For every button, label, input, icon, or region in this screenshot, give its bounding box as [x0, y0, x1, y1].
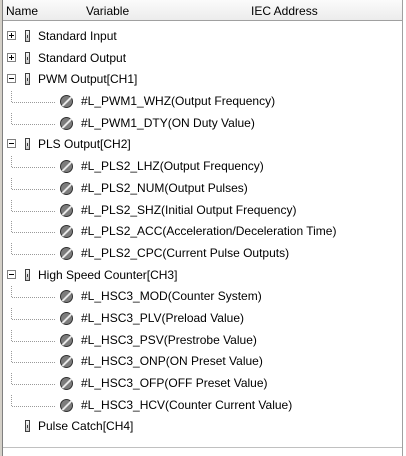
io-variable-tree: Standard Input Standard Output PWM Outpu… [3, 26, 402, 438]
variable-label: #L_HSC3_PSV(Prestrobe Value) [81, 332, 257, 347]
variable-icon [60, 246, 73, 260]
tree-node-label: PWM Output[CH1] [38, 72, 138, 87]
tree-node-pls-output[interactable]: PLS Output[CH2] [3, 134, 402, 156]
io-module-icon [25, 420, 30, 433]
tree-connector [11, 242, 12, 254]
variable-icon [60, 225, 73, 239]
tree-connector [11, 221, 12, 233]
variable-icon [60, 181, 73, 195]
tree-connector [12, 318, 55, 320]
tree-connector [12, 123, 55, 125]
tree-leaf-variable[interactable]: #L_PLS2_CPC(Current Pulse Outputs) [3, 242, 402, 265]
variable-label: #L_PLS2_CPC(Current Pulse Outputs) [81, 245, 290, 260]
tree-connector [12, 253, 55, 255]
variable-label: #L_PLS2_ACC(Acceleration/Deceleration Ti… [81, 224, 337, 239]
column-header-iec-address[interactable]: IEC Address [251, 4, 318, 18]
variable-icon [60, 377, 73, 390]
tree-leaf-variable[interactable]: #L_PLS2_SHZ(Initial Output Frequency) [3, 199, 402, 222]
tree-leaf-variable[interactable]: #L_PLS2_ACC(Acceleration/Deceleration Ti… [3, 221, 402, 243]
io-module-icon [25, 30, 30, 42]
variable-label: #L_PLS2_SHZ(Initial Output Frequency) [81, 202, 297, 217]
variable-icon [60, 333, 73, 347]
tree-connector [11, 329, 12, 341]
tree-leaf-variable[interactable]: #L_HSC3_MOD(Counter System) [3, 286, 402, 308]
tree-connector [11, 394, 12, 406]
variable-icon [60, 398, 73, 412]
tree-connector [11, 351, 12, 363]
tree-connector [12, 362, 55, 364]
tree-node-high-speed-counter[interactable]: High Speed Counter[CH3] [3, 265, 402, 287]
variable-label: #L_PLS2_LHZ(Output Frequency) [81, 159, 264, 174]
variable-label: #L_HSC3_OFP(OFF Preset Value) [81, 376, 268, 390]
tree-connector [11, 177, 12, 189]
expand-plus-icon[interactable] [7, 52, 16, 62]
variable-label: #L_HSC3_HCV(Counter Current Value) [81, 397, 293, 412]
tree-connector [12, 340, 55, 342]
variable-label: #L_PWM1_WHZ(Output Frequency) [81, 94, 276, 109]
panel-bottom-edge [3, 447, 402, 456]
variable-icon [60, 290, 73, 304]
tree-connector [12, 102, 55, 104]
variable-icon [60, 116, 73, 130]
tree-node-standard-output[interactable]: Standard Output [3, 48, 402, 70]
variable-tree-panel: Name Variable IEC Address Standard Input… [0, 0, 403, 456]
collapse-minus-icon[interactable] [7, 74, 16, 84]
variable-icon [60, 160, 73, 174]
io-module-icon [25, 138, 30, 151]
tree-leaf-variable[interactable]: #L_PLS2_NUM(Output Pulses) [3, 177, 402, 200]
tree-node-label: Standard Input [38, 29, 117, 43]
tree-connector [11, 91, 12, 103]
expand-plus-icon[interactable] [7, 31, 16, 40]
variable-icon [60, 355, 73, 369]
collapse-minus-icon[interactable] [7, 139, 16, 149]
io-module-icon [25, 73, 30, 86]
variable-icon [60, 311, 73, 325]
tree-node-standard-input[interactable]: Standard Input [3, 26, 402, 48]
tree-connector [11, 307, 12, 319]
tree-connector [11, 156, 12, 168]
io-module-icon [25, 51, 30, 64]
tree-connector [11, 373, 12, 384]
variable-label: #L_PWM1_DTY(ON Duty Value) [81, 115, 255, 130]
collapse-minus-icon[interactable] [7, 269, 16, 279]
tree-leaf-variable[interactable]: #L_PWM1_DTY(ON Duty Value) [3, 112, 402, 135]
variable-label: #L_PLS2_NUM(Output Pulses) [81, 180, 248, 195]
tree-leaf-variable[interactable]: #L_HSC3_PLV(Preload Value) [3, 307, 402, 330]
variable-icon [60, 95, 73, 109]
tree-leaf-variable[interactable]: #L_HSC3_ONP(ON Preset Value) [3, 351, 402, 373]
tree-leaf-variable[interactable]: #L_PLS2_LHZ(Output Frequency) [3, 156, 402, 178]
tree-connector [12, 210, 55, 212]
tree-connector [12, 167, 55, 169]
io-module-icon [25, 268, 30, 281]
tree-connector [12, 297, 55, 299]
tree-leaf-variable[interactable]: #L_PWM1_WHZ(Output Frequency) [3, 91, 402, 113]
tree-node-label: High Speed Counter[CH3] [38, 267, 178, 282]
column-header-name[interactable]: Name [6, 4, 38, 18]
variable-icon [60, 203, 73, 217]
tree-connector [11, 199, 12, 211]
tree-node-label: Standard Output [38, 50, 127, 65]
tree-column-header: Name Variable IEC Address [3, 0, 402, 21]
tree-connector [12, 405, 55, 407]
tree-node-label: PLS Output[CH2] [38, 137, 131, 152]
tree-connector [11, 112, 12, 124]
tree-connector [12, 232, 55, 234]
tree-leaf-variable[interactable]: #L_HSC3_PSV(Prestrobe Value) [3, 329, 402, 352]
tree-node-pwm-output[interactable]: PWM Output[CH1] [3, 69, 402, 91]
tree-node-pulse-catch[interactable]: Pulse Catch[CH4] [3, 416, 402, 438]
tree-connector [11, 286, 12, 298]
tree-connector [12, 188, 55, 190]
tree-leaf-variable[interactable]: #L_HSC3_HCV(Counter Current Value) [3, 394, 402, 417]
variable-label: #L_HSC3_MOD(Counter System) [81, 289, 262, 304]
variable-label: #L_HSC3_PLV(Preload Value) [81, 310, 244, 325]
tree-leaf-variable[interactable]: #L_HSC3_OFP(OFF Preset Value) [3, 373, 402, 395]
tree-node-label: Pulse Catch[CH4] [38, 419, 134, 434]
column-header-variable[interactable]: Variable [86, 4, 129, 18]
variable-label: #L_HSC3_ONP(ON Preset Value) [81, 354, 263, 369]
tree-connector [12, 384, 55, 385]
